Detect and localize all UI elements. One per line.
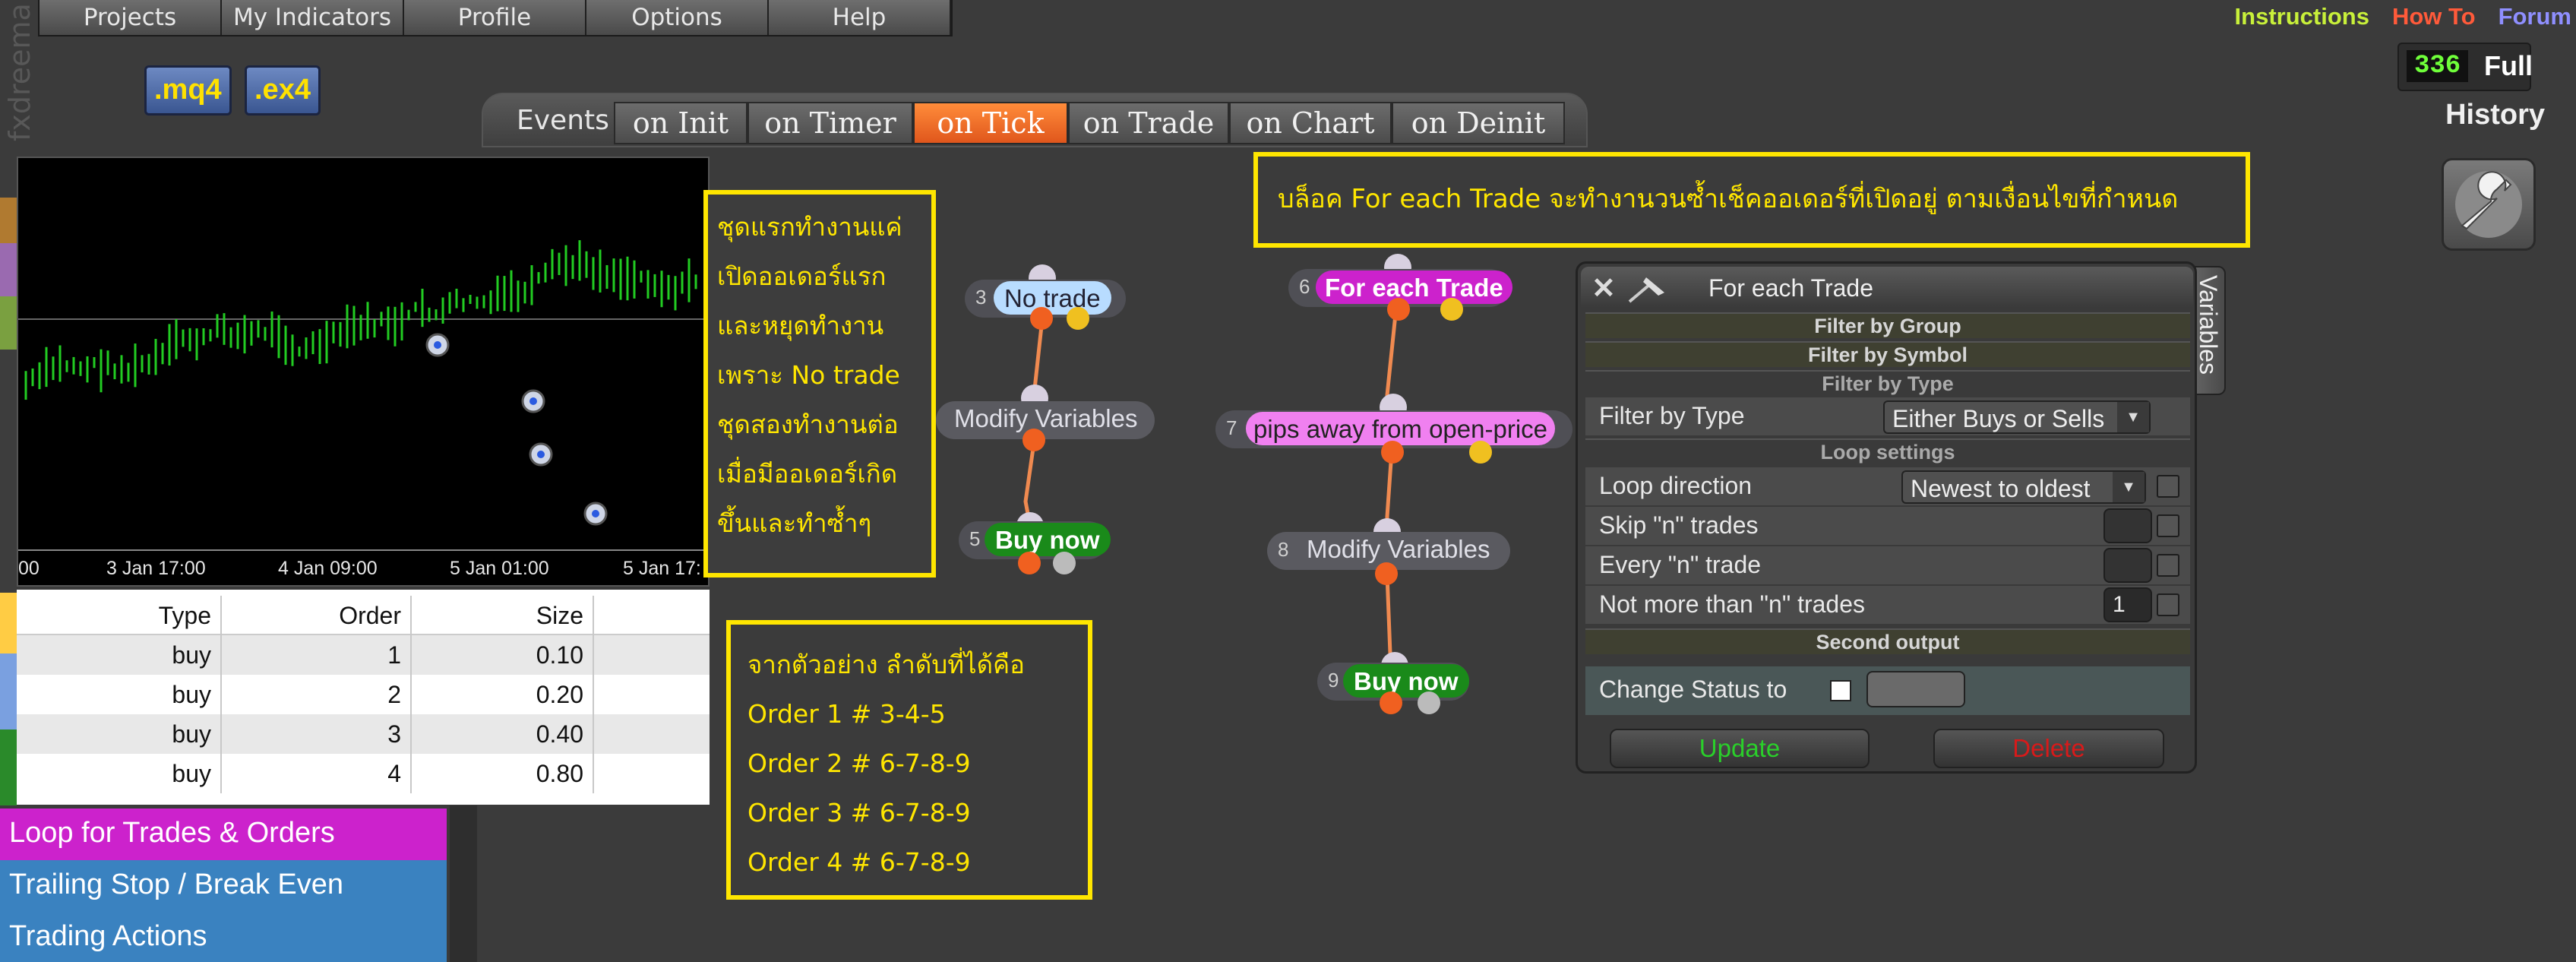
block-6-label: For each Trade [1316, 271, 1512, 304]
block-9-output-dot[interactable] [1380, 691, 1402, 714]
every-trade-label: Every "n" trade [1599, 551, 1762, 578]
block-4-output-dot[interactable] [1022, 429, 1045, 451]
app-root: fxdreema Projects My Indicators Profile … [0, 0, 2576, 962]
filter-type-select[interactable]: Either Buys or Sells ▼ [1883, 400, 2151, 434]
block-5-label: Buy now [985, 523, 1111, 556]
block-3-output-dot-2[interactable] [1067, 307, 1089, 330]
change-status-row: Change Status to [1585, 666, 2190, 715]
loop-direction-value: Newest to oldest [1911, 475, 2091, 502]
block-3-label: No trade [994, 281, 1111, 315]
filter-type-label: Filter by Type [1599, 402, 1745, 429]
block-7-output-dot-2[interactable] [1469, 441, 1492, 464]
section-filter-by-group[interactable]: Filter by Group [1585, 312, 2190, 338]
loop-direction-select[interactable]: Newest to oldest ▼ [1901, 470, 2146, 504]
block-5-output-dot-2[interactable] [1053, 552, 1076, 574]
skip-trades-row: Skip "n" trades [1585, 507, 2190, 545]
block-7-label: pips away from open-price [1246, 412, 1556, 445]
delete-button[interactable]: Delete [1933, 729, 2164, 768]
every-trade-row: Every "n" trade [1585, 546, 2190, 584]
block-9-number: 9 [1328, 669, 1339, 691]
section-second-output[interactable]: Second output [1585, 628, 2190, 654]
block-7-output-dot[interactable] [1381, 441, 1404, 464]
block-6-number: 6 [1299, 275, 1310, 298]
block-6-output-dot-2[interactable] [1440, 298, 1463, 321]
not-more-than-label: Not more than "n" trades [1599, 590, 1865, 618]
not-more-than-checkbox[interactable] [2157, 593, 2179, 616]
block-5-output-dot[interactable] [1018, 552, 1041, 574]
section-filter-by-symbol[interactable]: Filter by Symbol [1585, 341, 2190, 367]
every-trade-input[interactable] [2103, 548, 2152, 583]
block-5-number: 5 [969, 527, 981, 550]
loop-direction-row: Loop direction Newest to oldest ▼ [1585, 467, 2190, 505]
skip-trades-input[interactable] [2103, 508, 2152, 543]
update-button[interactable]: Update [1610, 729, 1870, 768]
loop-direction-label: Loop direction [1599, 472, 1753, 499]
not-more-than-row: Not more than "n" trades 1 [1585, 586, 2190, 624]
loop-direction-checkbox[interactable] [2157, 475, 2179, 498]
filter-type-value: Either Buys or Sells [1892, 405, 2105, 432]
block-6-output-dot[interactable] [1387, 298, 1410, 321]
skip-trades-label: Skip "n" trades [1599, 511, 1759, 539]
change-status-checkbox[interactable] [1830, 680, 1851, 701]
block-9-label: Buy now [1343, 664, 1469, 698]
block-4-modify-variables[interactable]: Modify Variables [936, 401, 1155, 439]
section-loop-settings[interactable]: Loop settings [1585, 438, 2190, 464]
block-7-number: 7 [1226, 416, 1237, 439]
not-more-than-input[interactable]: 1 [2103, 587, 2152, 622]
change-status-color-input[interactable] [1866, 671, 1965, 707]
block-9-output-dot-2[interactable] [1418, 691, 1440, 714]
filter-type-row: Filter by Type Either Buys or Sells ▼ [1585, 397, 2190, 435]
chevron-down-icon: ▼ [2117, 402, 2149, 432]
pin-icon[interactable] [1626, 271, 1672, 305]
every-trade-checkbox[interactable] [2157, 554, 2179, 577]
panel-title: For each Trade [1708, 274, 1873, 302]
variables-tab-label: Variables [2195, 275, 2222, 375]
block-8-number: 8 [1278, 538, 1289, 561]
skip-trades-checkbox[interactable] [2157, 514, 2179, 537]
block-8-output-dot[interactable] [1375, 562, 1398, 585]
block-properties-panel: ✕ For each Trade Filter by Group Filter … [1576, 261, 2197, 774]
block-3-number: 3 [975, 286, 987, 309]
section-filter-by-type[interactable]: Filter by Type [1585, 370, 2190, 396]
not-more-than-value: 1 [2113, 592, 2126, 617]
chevron-down-icon: ▼ [2113, 472, 2145, 502]
panel-header: ✕ For each Trade [1581, 267, 2193, 308]
block-3-output-dot[interactable] [1030, 307, 1053, 330]
block-8-label: Modify Variables [1307, 535, 1490, 563]
change-status-label: Change Status to [1599, 676, 1787, 703]
close-icon[interactable]: ✕ [1591, 271, 1616, 305]
